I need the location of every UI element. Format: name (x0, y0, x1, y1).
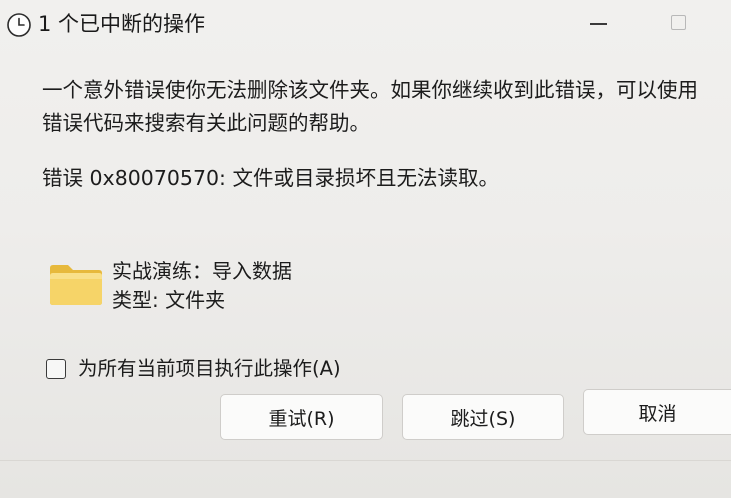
cancel-button[interactable]: 取消 (583, 389, 731, 435)
window-title: 1 个已中断的操作 (38, 12, 206, 36)
message-line-1: 一个意外错误使你无法删除该文件夹。如果你继续收到此错误，可以使用 (42, 78, 698, 102)
skip-button[interactable]: 跳过(S) (402, 394, 564, 440)
minimize-icon (590, 23, 607, 25)
maximize-icon (671, 15, 686, 30)
file-operation-dialog: 1 个已中断的操作 一个意外错误使你无法删除该文件夹。如果你继续收到此错误，可以… (0, 0, 731, 498)
retry-button[interactable]: 重试(R) (220, 394, 383, 440)
footer-divider (0, 460, 731, 461)
apply-all-label: 为所有当前项目执行此操作(A) (78, 357, 341, 380)
item-name: 实战演练：导入数据 (112, 259, 292, 283)
minimize-button[interactable] (575, 6, 621, 40)
maximize-button[interactable] (656, 6, 702, 40)
error-code: 错误 0x80070570: 文件或目录损坏且无法读取。 (42, 166, 499, 190)
clock-icon (6, 12, 32, 38)
folder-icon (48, 262, 104, 308)
message-line-2: 错误代码来搜索有关此问题的帮助。 (42, 111, 370, 135)
apply-all-checkbox-row[interactable]: 为所有当前项目执行此操作(A) (46, 354, 341, 384)
error-message: 一个意外错误使你无法删除该文件夹。如果你继续收到此错误，可以使用 错误代码来搜索… (42, 74, 731, 140)
apply-all-checkbox[interactable] (46, 359, 66, 379)
item-type: 类型: 文件夹 (112, 288, 226, 312)
title-bar: 1 个已中断的操作 (0, 0, 731, 48)
